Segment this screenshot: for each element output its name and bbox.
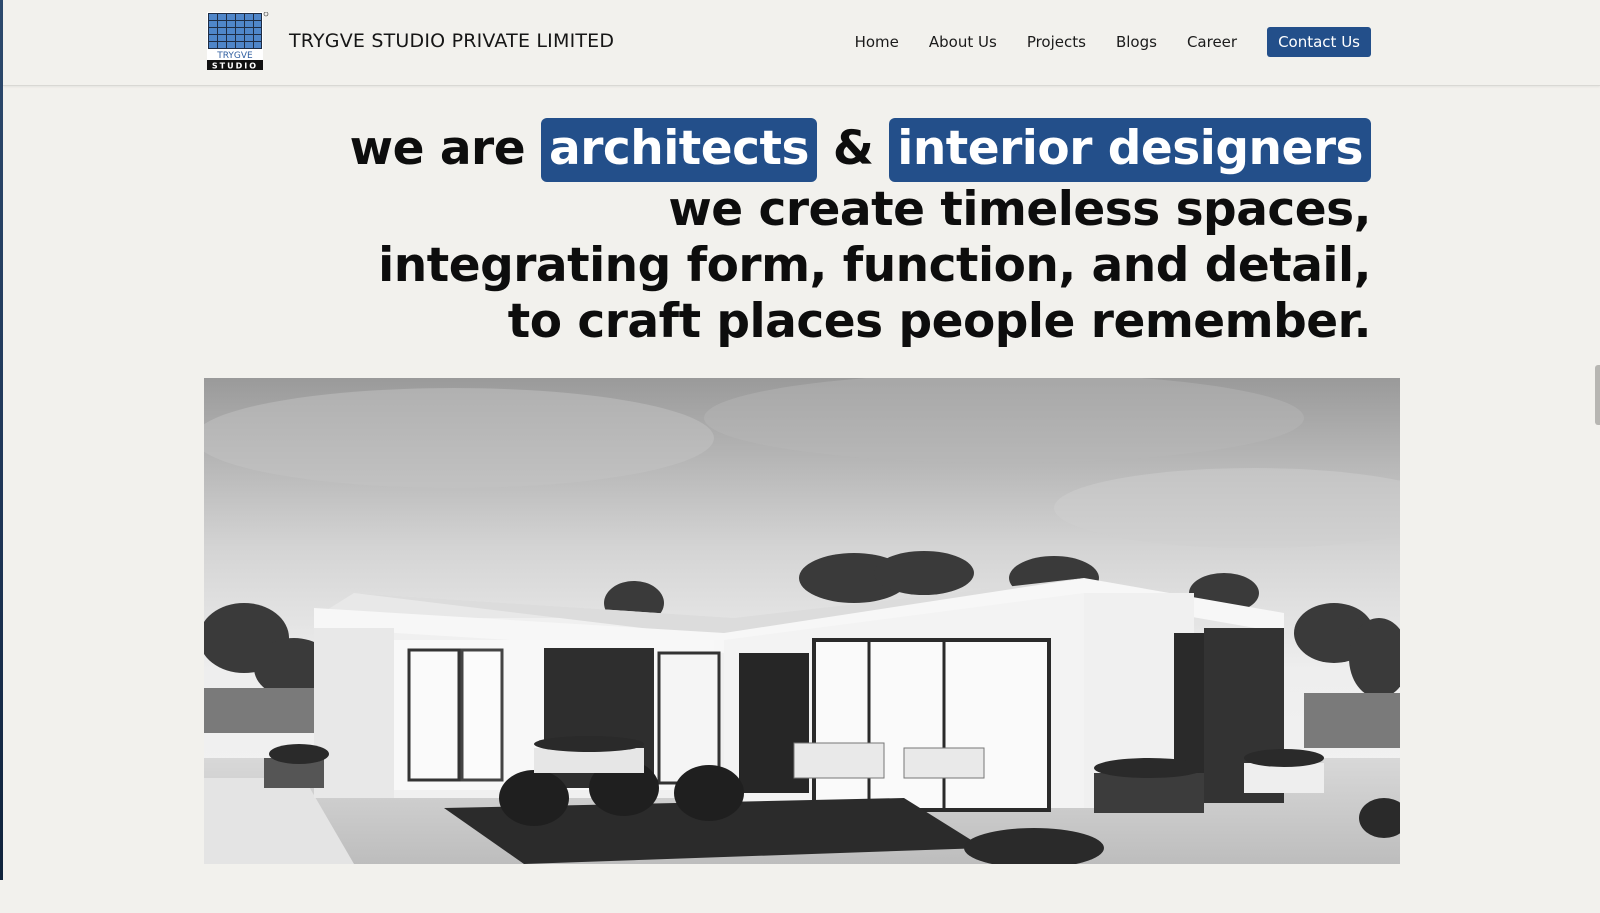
left-edge-strip xyxy=(0,0,3,880)
nav-home[interactable]: Home xyxy=(855,27,899,57)
right-edge-tab xyxy=(1595,365,1600,425)
nav-blogs[interactable]: Blogs xyxy=(1116,27,1157,57)
hero-heading: we are architects & interior designers w… xyxy=(350,118,1372,350)
house-photo xyxy=(204,378,1400,864)
company-logo[interactable]: TRYGVE STUDIO xyxy=(207,11,269,72)
hero-line-1: we are architects & interior designers xyxy=(350,118,1371,182)
contact-us-button[interactable]: Contact Us xyxy=(1267,27,1371,57)
highlight-architects: architects xyxy=(540,118,817,182)
nav-about-us[interactable]: About Us xyxy=(929,27,997,57)
nav-projects[interactable]: Projects xyxy=(1027,27,1086,57)
hero-line-4: to craft places people remember. xyxy=(507,294,1372,349)
logo-text-bottom: STUDIO xyxy=(212,62,258,71)
hero-line-2: we create timeless spaces, xyxy=(668,182,1371,237)
hero-line-3: integrating form, function, and detail, xyxy=(378,238,1371,293)
hero-prefix: we are xyxy=(349,121,526,176)
main-nav: Home About Us Projects Blogs Career Cont… xyxy=(825,27,1371,57)
brand-name[interactable]: TRYGVE STUDIO PRIVATE LIMITED xyxy=(289,30,614,52)
nav-career[interactable]: Career xyxy=(1187,27,1237,57)
site-header: TRYGVE STUDIO TRYGVE STUDIO PRIVATE LIMI… xyxy=(3,0,1600,86)
logo-text-top: TRYGVE xyxy=(216,51,253,61)
highlight-interior-designers: interior designers xyxy=(889,118,1371,182)
hero-connector: & xyxy=(832,121,874,176)
